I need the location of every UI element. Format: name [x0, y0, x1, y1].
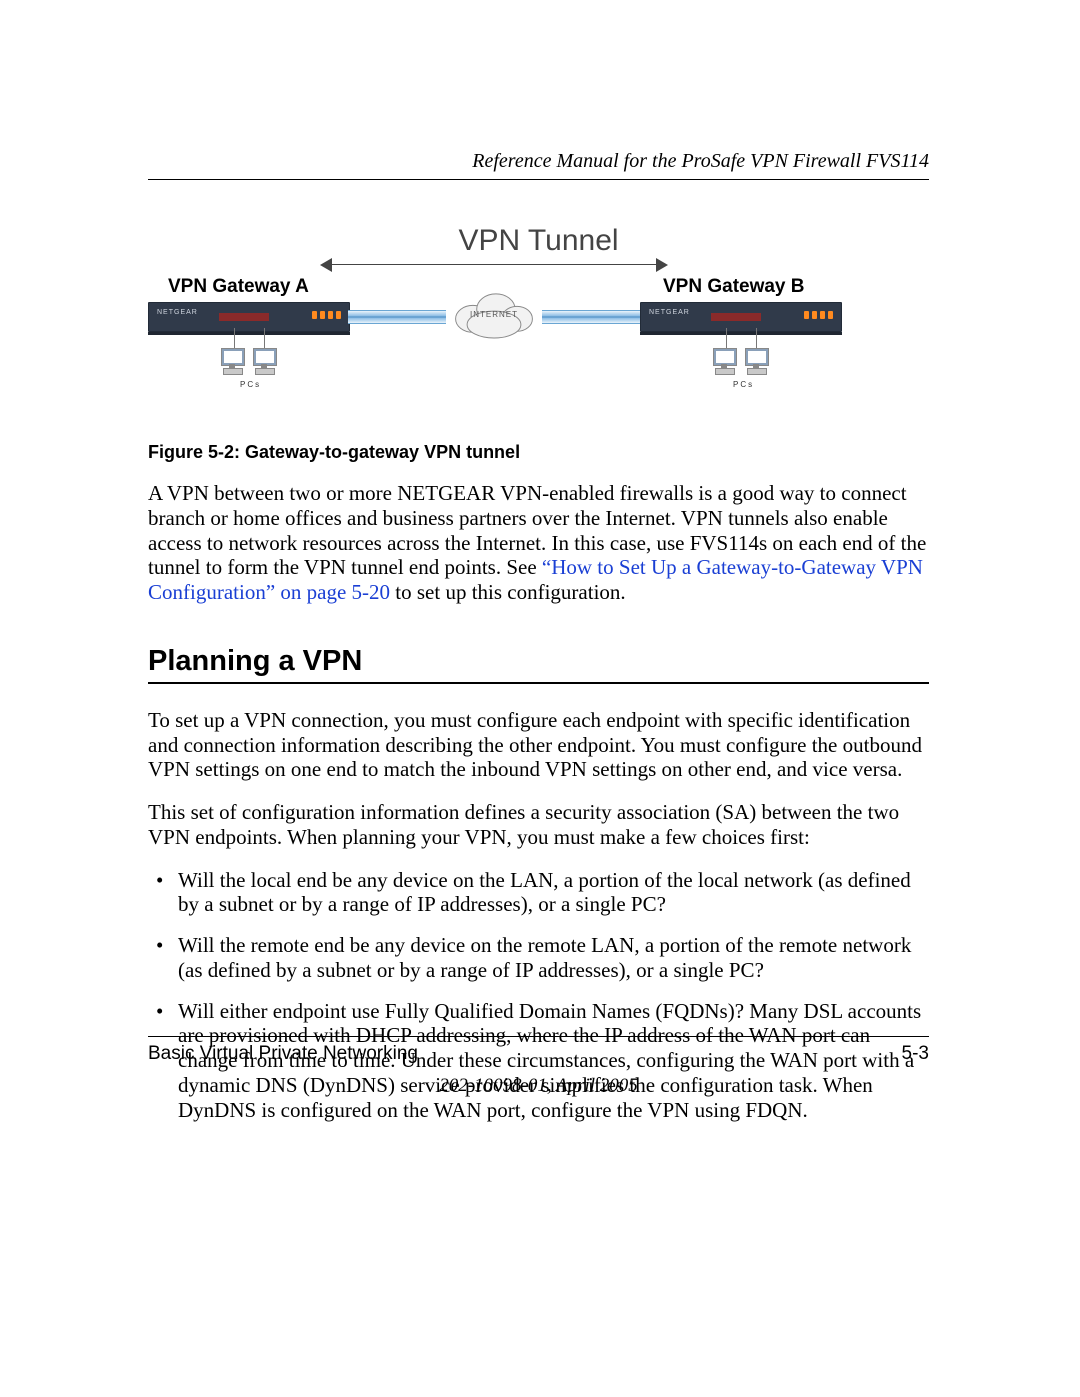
vpn-tunnel-diagram: VPN Tunnel VPN Gateway A VPN Gateway B N…: [148, 224, 929, 424]
link-pipe-right: [542, 310, 640, 324]
computer-icon: [742, 348, 770, 374]
section-p1: To set up a VPN connection, you must con…: [148, 708, 929, 782]
drop-line: [726, 328, 727, 348]
computer-icon: [250, 348, 278, 374]
router-b-brand: NETGEAR: [649, 309, 690, 316]
drop-line: [756, 328, 757, 348]
router-b-icon: NETGEAR: [640, 302, 842, 332]
internet-cloud-label: INTERNET: [446, 310, 542, 319]
running-header: Reference Manual for the ProSafe VPN Fir…: [148, 150, 929, 173]
router-a-brand: NETGEAR: [157, 309, 198, 316]
section-rule: [148, 682, 929, 684]
link-pipe-left: [348, 310, 446, 324]
drop-line: [234, 328, 235, 348]
computer-icon: [218, 348, 246, 374]
arrow-right-icon: [656, 258, 668, 272]
internet-cloud-icon: INTERNET: [446, 286, 542, 344]
gateway-a-label: VPN Gateway A: [168, 276, 309, 298]
tunnel-label: VPN Tunnel: [458, 224, 618, 258]
pcs-b-label: PCs: [733, 380, 754, 389]
section-p2: This set of configuration information de…: [148, 800, 929, 850]
tunnel-span-line: [328, 264, 660, 265]
list-item: Will the local end be any device on the …: [148, 868, 929, 918]
paragraph-1: A VPN between two or more NETGEAR VPN-en…: [148, 481, 929, 605]
page-footer: Basic Virtual Private Networking 5-3 202…: [148, 1036, 929, 1097]
arrow-left-icon: [320, 258, 332, 272]
gateway-b-label: VPN Gateway B: [663, 276, 805, 298]
figure-caption: Figure 5-2: Gateway-to-gateway VPN tunne…: [148, 442, 929, 463]
router-a-icon: NETGEAR: [148, 302, 350, 332]
page-content: Reference Manual for the ProSafe VPN Fir…: [148, 150, 929, 1139]
footer-page-number: 5-3: [902, 1043, 929, 1065]
pcs-b-icon: [710, 348, 770, 374]
section-heading: Planning a VPN: [148, 645, 929, 678]
paragraph-1-post: to set up this configuration.: [390, 580, 626, 604]
list-item: Will the remote end be any device on the…: [148, 933, 929, 983]
pcs-a-icon: [218, 348, 278, 374]
drop-line: [264, 328, 265, 348]
footer-rule: [148, 1036, 929, 1037]
footer-chapter: Basic Virtual Private Networking: [148, 1043, 418, 1065]
header-rule: [148, 179, 929, 180]
pcs-a-label: PCs: [240, 380, 261, 389]
computer-icon: [710, 348, 738, 374]
footer-doc-id: 202-10098-01, April 2005: [148, 1075, 929, 1097]
